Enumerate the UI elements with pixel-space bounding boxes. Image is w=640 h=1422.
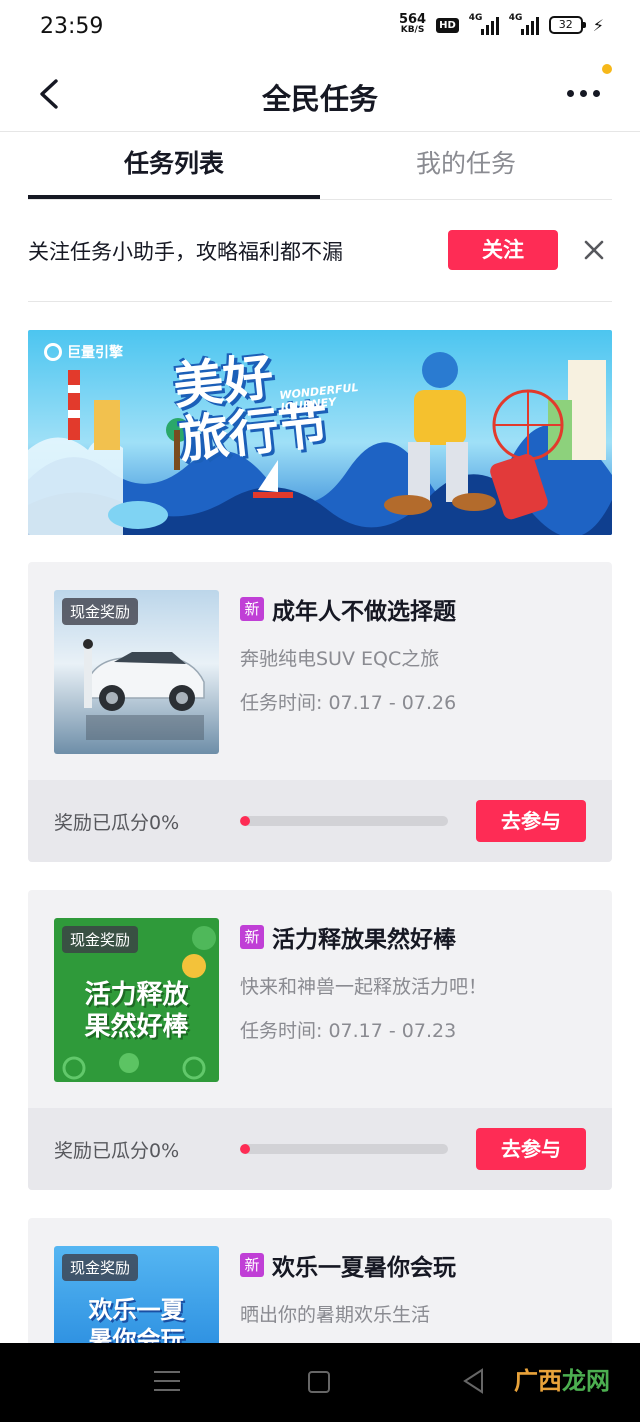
charging-icon: ⚡ <box>592 15 604 35</box>
task-title-row: 新 成年人不做选择题 <box>240 592 456 626</box>
cash-reward-tag: 现金奖励 <box>62 1254 139 1281</box>
network-speed-unit: KB/S <box>400 25 425 35</box>
follow-button[interactable]: 关注 <box>448 230 558 270</box>
progress-fill <box>240 816 250 826</box>
task-title-row: 新 活力释放果然好棒 <box>240 920 456 954</box>
signal-label: 4G <box>508 13 523 23</box>
signal-icon: 4G <box>468 13 499 35</box>
hd-icon: HD <box>436 17 459 33</box>
task-time: 任务时间: 07.17 - 07.23 <box>240 1020 457 1042</box>
follow-text: 关注任务小助手，攻略福利都不漏 <box>28 240 343 264</box>
progress-fill <box>240 1144 250 1154</box>
more-dots-icon[interactable] <box>567 90 600 97</box>
tab-bar: 任务列表 我的任务 <box>28 132 612 200</box>
signal-icon: 4G <box>508 13 539 35</box>
watermark-part-2: 龙网 <box>562 1367 610 1395</box>
task-card[interactable]: 现金奖励 欢乐一夏 暑你会玩 新 欢乐一夏暑你会玩 晒出你的暑期欢乐生活 <box>28 1218 612 1343</box>
new-badge: 新 <box>240 925 264 949</box>
status-time: 23:59 <box>40 14 104 39</box>
brand-logo: 巨量引擎 <box>44 342 123 362</box>
header: 全民任务 <box>0 56 640 132</box>
new-badge: 新 <box>240 597 264 621</box>
new-badge: 新 <box>240 1253 264 1277</box>
battery-icon: 32 <box>548 16 586 34</box>
status-bar: 23:59 564 KB/S HD 4G 4G 32 ⚡ <box>0 0 640 56</box>
brand-name: 巨量引擎 <box>67 345 123 361</box>
task-title: 欢乐一夏暑你会玩 <box>272 1255 456 1281</box>
cash-reward-tag: 现金奖励 <box>62 926 139 953</box>
join-button[interactable]: 去参与 <box>476 1128 586 1170</box>
task-title: 成年人不做选择题 <box>272 599 456 625</box>
notification-dot <box>602 64 612 74</box>
network-speed-value: 564 <box>398 12 427 27</box>
reward-progress-text: 奖励已瓜分0% <box>54 812 180 834</box>
task-thumbnail: 现金奖励 活力释放 果然好棒 <box>54 918 219 1082</box>
task-title-row: 新 欢乐一夏暑你会玩 <box>240 1248 456 1282</box>
watermark-part-1: 广西 <box>514 1367 562 1395</box>
task-description: 奔驰纯电SUV EQC之旅 <box>240 648 440 670</box>
task-description: 快来和神兽一起释放活力吧！ <box>240 976 488 998</box>
task-thumbnail: 现金奖励 欢乐一夏 暑你会玩 <box>54 1246 219 1343</box>
thumbnail-text-line-2: 暑你会玩 <box>88 1326 185 1343</box>
promo-banner[interactable]: 巨量引擎 美好 旅行节 WONDERFUL JOURNEY <box>28 330 612 535</box>
menu-icon[interactable] <box>154 1371 180 1398</box>
task-footer: 奖励已瓜分0% 去参与 <box>28 780 612 862</box>
home-icon[interactable] <box>308 1371 330 1393</box>
task-card[interactable]: 现金奖励 活力释放 果然好棒 新 活力释放果然好棒 快来和神兽一起释放活力吧！ … <box>28 890 612 1190</box>
tab-task-list[interactable]: 任务列表 <box>28 132 320 199</box>
system-nav-bar: 广西龙网 <box>0 1343 640 1422</box>
reward-progress-bar <box>240 816 448 826</box>
network-speed: 564 KB/S <box>398 12 427 36</box>
join-button[interactable]: 去参与 <box>476 800 586 842</box>
watermark: 广西龙网 <box>514 1361 610 1396</box>
follow-bar: 关注任务小助手，攻略福利都不漏 关注 <box>28 200 612 302</box>
status-icons: 564 KB/S HD 4G 4G 32 ⚡ <box>398 12 604 36</box>
reward-progress-text: 奖励已瓜分0% <box>54 1140 180 1162</box>
cash-reward-tag: 现金奖励 <box>62 598 139 625</box>
task-description: 晒出你的暑期欢乐生活 <box>240 1304 431 1326</box>
reward-progress-bar <box>240 1144 448 1154</box>
task-title: 活力释放果然好棒 <box>272 927 456 953</box>
tab-my-tasks[interactable]: 我的任务 <box>320 132 612 199</box>
task-thumbnail: 现金奖励 <box>54 590 219 754</box>
back-triangle-icon[interactable] <box>462 1367 486 1395</box>
page-title: 全民任务 <box>261 82 378 116</box>
task-footer: 奖励已瓜分0% 去参与 <box>28 1108 612 1190</box>
task-card[interactable]: 现金奖励 新 成年人不做选择题 奔驰纯电SUV EQC之旅 任务时间: 07.1… <box>28 562 612 862</box>
close-icon[interactable] <box>582 238 606 262</box>
task-time: 任务时间: 07.17 - 07.26 <box>240 692 457 714</box>
signal-label: 4G <box>468 13 483 23</box>
thumbnail-text-line-2: 果然好棒 <box>84 1012 189 1042</box>
